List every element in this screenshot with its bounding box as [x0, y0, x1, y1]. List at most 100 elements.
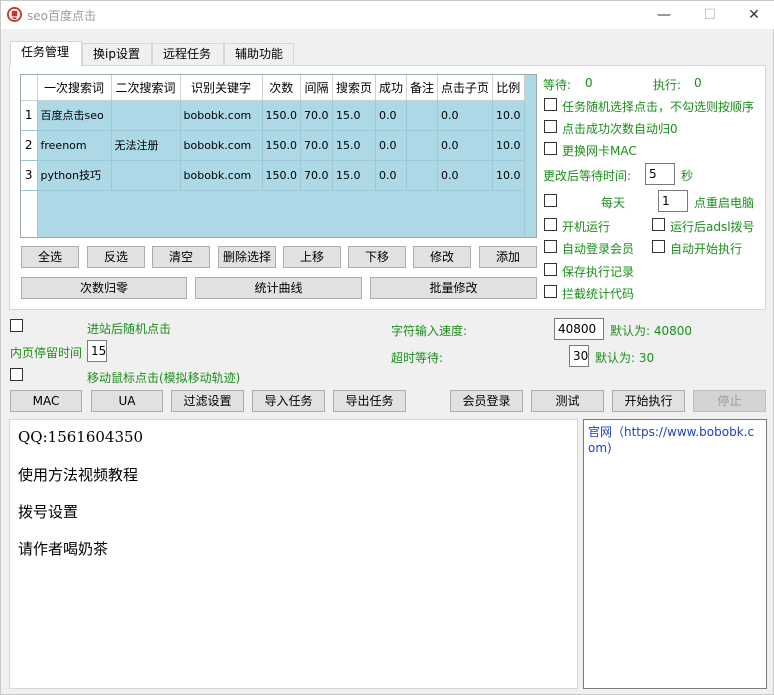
table-cell[interactable]: 15.0 — [332, 100, 376, 131]
website-link[interactable]: 官网（https://www.bobobk.com) — [588, 424, 760, 456]
move-down-button[interactable]: 下移 — [348, 246, 406, 268]
row-number: 1 — [21, 100, 38, 131]
table-cell[interactable] — [406, 160, 438, 191]
table-cell[interactable] — [406, 100, 438, 131]
startup-run-checkbox[interactable] — [544, 218, 557, 231]
website-panel: 官网（https://www.bobobk.com) — [583, 419, 767, 689]
col-header[interactable]: 识别关键字 — [180, 75, 263, 101]
table-cell[interactable]: 0.0 — [437, 100, 493, 131]
adsl-dial-label: 运行后adsl拨号 — [670, 220, 755, 234]
block-stats-checkbox[interactable] — [544, 285, 557, 298]
dial-settings-link[interactable]: 拨号设置 — [18, 501, 78, 522]
table-row[interactable]: 1 百度点击seo bobobk.com 150.0 70.0 15.0 0.0… — [21, 100, 525, 131]
tab-ip-settings[interactable]: 换ip设置 — [82, 43, 152, 65]
test-button[interactable]: 测试 — [531, 390, 604, 412]
reset-count-button[interactable]: 次数归零 — [21, 277, 187, 299]
table-cell[interactable]: 10.0 — [492, 130, 525, 161]
tab-label: 辅助功能 — [235, 47, 284, 61]
export-tasks-button[interactable]: 导出任务 — [333, 390, 406, 412]
table-cell[interactable]: 70.0 — [300, 100, 333, 131]
col-header[interactable]: 成功 — [375, 75, 407, 101]
table-cell[interactable]: 150.0 — [262, 160, 301, 191]
table-cell[interactable]: 0.0 — [375, 130, 407, 161]
auto-reset-checkbox[interactable] — [544, 120, 557, 133]
add-button[interactable]: 添加 — [479, 246, 537, 268]
task-table[interactable]: 一次搜索词 二次搜索词 识别关键字 次数 间隔 搜索页 成功 备注 点击子页 比… — [20, 74, 537, 238]
table-row[interactable]: 2 freenom 无法注册 bobobk.com 150.0 70.0 15.… — [21, 130, 525, 161]
batch-edit-button[interactable]: 批量修改 — [370, 277, 537, 299]
mac-button[interactable]: MAC — [10, 390, 82, 412]
dwell-time-input[interactable]: 15 — [87, 340, 107, 362]
move-up-button[interactable]: 上移 — [283, 246, 341, 268]
timeout-field[interactable]: 30 — [569, 345, 589, 367]
stats-curve-button[interactable]: 统计曲线 — [195, 277, 362, 299]
table-cell[interactable]: 150.0 — [262, 100, 301, 131]
maximize-button[interactable]: ☐ — [687, 1, 733, 29]
delete-selected-button[interactable]: 删除选择 — [218, 246, 276, 268]
member-login-button[interactable]: 会员登录 — [450, 390, 523, 412]
title-bar: seo百度点击 — ☐ ✕ — [1, 1, 774, 29]
filter-settings-button[interactable]: 过滤设置 — [171, 390, 244, 412]
donate-link[interactable]: 请作者喝奶茶 — [18, 538, 108, 559]
row-number-header — [21, 75, 38, 101]
table-row[interactable]: 3 python技巧 bobobk.com 150.0 70.0 15.0 0.… — [21, 160, 525, 191]
change-mac-checkbox[interactable] — [544, 142, 557, 155]
table-cell[interactable]: 15.0 — [332, 130, 376, 161]
minimize-button[interactable]: — — [641, 1, 687, 29]
col-header[interactable]: 一次搜索词 — [37, 75, 112, 101]
tab-remote-tasks[interactable]: 远程任务 — [152, 43, 224, 65]
random-select-checkbox[interactable] — [544, 98, 557, 111]
daily-restart-checkbox[interactable] — [544, 194, 557, 207]
table-cell[interactable]: 0.0 — [437, 130, 493, 161]
col-header[interactable]: 备注 — [406, 75, 438, 101]
col-header[interactable]: 点击子页 — [437, 75, 493, 101]
table-cell[interactable]: 0.0 — [375, 160, 407, 191]
adsl-dial-checkbox[interactable] — [652, 218, 665, 231]
table-cell[interactable]: 无法注册 — [111, 130, 181, 161]
table-cell[interactable]: bobobk.com — [180, 130, 263, 161]
start-button[interactable]: 开始执行 — [612, 390, 685, 412]
col-header[interactable]: 搜索页 — [332, 75, 376, 101]
save-log-checkbox[interactable] — [544, 263, 557, 276]
tab-label: 任务管理 — [21, 45, 70, 59]
col-header[interactable]: 比例 — [492, 75, 525, 101]
col-header[interactable]: 二次搜索词 — [111, 75, 181, 101]
random-click-checkbox[interactable] — [10, 319, 23, 332]
table-cell[interactable]: 150.0 — [262, 130, 301, 161]
table-cell[interactable]: 15.0 — [332, 160, 376, 191]
edit-button[interactable]: 修改 — [413, 246, 471, 268]
auto-login-checkbox[interactable] — [544, 240, 557, 253]
ua-button[interactable]: UA — [91, 390, 163, 412]
table-cell[interactable]: 70.0 — [300, 160, 333, 191]
clear-button[interactable]: 清空 — [152, 246, 210, 268]
tab-task-management[interactable]: 任务管理 — [10, 41, 82, 66]
table-cell[interactable]: 百度点击seo — [37, 100, 112, 131]
table-cell[interactable]: 10.0 — [492, 100, 525, 131]
table-cell[interactable]: freenom — [37, 130, 112, 161]
import-tasks-button[interactable]: 导入任务 — [252, 390, 325, 412]
input-speed-field[interactable]: 40800 — [554, 318, 604, 340]
table-cell[interactable] — [111, 160, 181, 191]
table-cell[interactable]: bobobk.com — [180, 160, 263, 191]
table-cell[interactable]: python技巧 — [37, 160, 112, 191]
table-cell[interactable] — [111, 100, 181, 131]
invert-selection-button[interactable]: 反选 — [87, 246, 145, 268]
table-cell[interactable]: 10.0 — [492, 160, 525, 191]
daily-hour-input[interactable]: 1 — [658, 190, 688, 212]
row-number: 3 — [21, 160, 38, 191]
table-cell[interactable]: 0.0 — [375, 100, 407, 131]
select-all-button[interactable]: 全选 — [21, 246, 79, 268]
table-cell[interactable] — [406, 130, 438, 161]
mouse-move-checkbox[interactable] — [10, 368, 23, 381]
table-cell[interactable]: 70.0 — [300, 130, 333, 161]
close-button[interactable]: ✕ — [731, 1, 774, 29]
table-cell[interactable]: 0.0 — [437, 160, 493, 191]
col-header[interactable]: 次数 — [262, 75, 301, 101]
wait-after-input[interactable]: 5 — [645, 163, 675, 185]
auto-start-checkbox[interactable] — [652, 240, 665, 253]
table-cell[interactable]: bobobk.com — [180, 100, 263, 131]
col-header[interactable]: 间隔 — [300, 75, 333, 101]
video-tutorial-link[interactable]: 使用方法视频教程 — [18, 464, 138, 485]
stop-button[interactable]: 停止 — [693, 390, 766, 412]
tab-auxiliary[interactable]: 辅助功能 — [224, 43, 294, 65]
